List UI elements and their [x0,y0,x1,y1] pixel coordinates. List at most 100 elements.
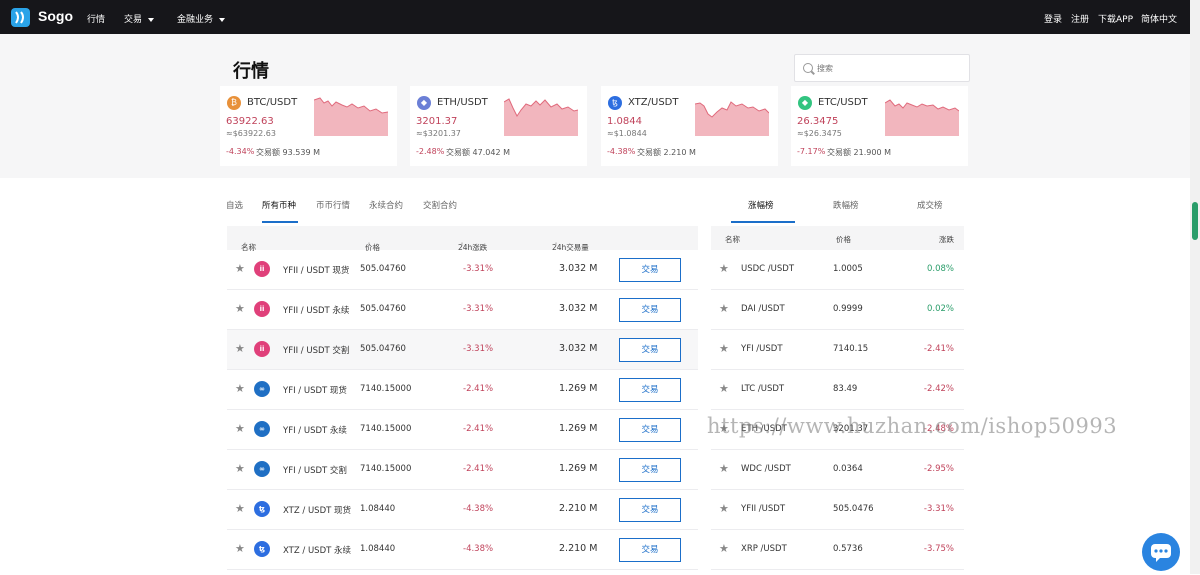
chat-button[interactable] [1142,533,1180,571]
ticker-card[interactable]: ◆ ETH/USDT 3201.37 ≈$3201.37 -2.48% 交易额 … [410,86,587,166]
tab-favorites[interactable]: 自选 [226,199,243,211]
table-row[interactable]: ★ ii YFII / USDT 永续 505.04760 -3.31% 3.0… [227,290,698,330]
caret-down-icon [148,17,155,22]
table-row[interactable]: ★ ∞ YFI / USDT 永续 7140.15000 -2.41% 1.26… [227,410,698,450]
app-name[interactable]: Sogo [38,8,73,24]
trade-button[interactable]: 交易 [619,378,681,402]
tab-all-coins[interactable]: 所有币种 [262,199,296,211]
login-link[interactable]: 登录 [1044,12,1062,25]
ranking-row[interactable]: ★ DAI /USDT 0.9999 0.02% [711,290,964,330]
ticker-change: -4.34% [226,147,255,156]
ranking-row[interactable]: ★ YFII /USDT 505.0476 -3.31% [711,490,964,530]
sort-icon: ⇕ [460,242,465,248]
nav-item-finance[interactable]: 金融业务 [177,12,226,25]
row-volume: 2.210 M [559,543,598,554]
rank-pair: USDC /USDT [741,264,795,274]
trade-button[interactable]: 交易 [619,498,681,522]
star-icon[interactable]: ★ [719,262,729,275]
scrollbar-thumb[interactable] [1192,202,1198,240]
star-icon[interactable]: ★ [235,542,245,555]
ranking-row[interactable]: ★ WDC /USDT 0.0364 -2.95% [711,450,964,490]
rank-pair: YFII /USDT [741,504,786,514]
star-icon[interactable]: ★ [235,422,245,435]
table-row[interactable]: ★ ∞ YFI / USDT 现货 7140.15000 -2.41% 1.26… [227,370,698,410]
logo-icon[interactable] [11,8,30,27]
row-volume: 3.032 M [559,263,598,274]
table-row[interactable]: ★ ∞ YFI / USDT 交割 7140.15000 -2.41% 1.26… [227,450,698,490]
star-icon[interactable]: ★ [235,262,245,275]
table-row[interactable]: ★ ꜩ XTZ / USDT 现货 1.08440 -4.38% 2.210 M… [227,490,698,530]
star-icon[interactable]: ★ [235,342,245,355]
ranking-row[interactable]: ★ USDC /USDT 1.0005 0.08% [711,250,964,290]
tab-gainers[interactable]: 涨幅榜 [748,199,774,211]
star-icon[interactable]: ★ [235,462,245,475]
star-icon[interactable]: ★ [719,422,729,435]
search-input[interactable] [817,60,965,76]
trade-button[interactable]: 交易 [619,418,681,442]
row-change: -3.31% [463,344,494,354]
rank-price: 3201.37 [833,424,869,434]
row-price: 7140.15000 [360,424,412,434]
row-pair: XTZ / USDT 现货 [283,506,352,516]
trade-button[interactable]: 交易 [619,338,681,362]
chat-bubble-icon [1151,544,1171,562]
row-volume: 1.269 M [559,463,598,474]
rank-header-price: 价格 [836,235,851,244]
star-icon[interactable]: ★ [719,542,729,555]
search-icon [803,63,813,73]
download-app-link[interactable]: 下载APP [1098,12,1133,25]
table-row[interactable]: ★ ii YFII / USDT 交割 505.04760 -3.31% 3.0… [227,330,698,370]
page-title: 行情 [233,61,269,82]
star-icon[interactable]: ★ [719,462,729,475]
ticker-pair: XTZ/USDT [628,97,679,108]
ranking-row[interactable]: ★ ETH /USDT 3201.37 -2.48% [711,410,964,450]
tab-spot[interactable]: 币币行情 [316,199,350,211]
row-price: 7140.15000 [360,464,412,474]
star-icon[interactable]: ★ [719,502,729,515]
tab-delivery[interactable]: 交割合约 [423,199,457,211]
ranking-row[interactable]: ★ YFI /USDT 7140.15 -2.41% [711,330,964,370]
star-icon[interactable]: ★ [719,342,729,355]
row-pair: YFII / USDT 永续 [283,306,350,316]
star-icon[interactable]: ★ [719,382,729,395]
trade-button[interactable]: 交易 [619,298,681,322]
trade-button[interactable]: 交易 [619,538,681,562]
search-box[interactable] [794,54,970,82]
star-icon[interactable]: ★ [235,302,245,315]
tab-perpetual[interactable]: 永续合约 [369,199,403,211]
row-pair: YFI / USDT 永续 [283,426,347,436]
ranking-row[interactable]: ★ LTC /USDT 83.49 -2.42% [711,370,964,410]
rank-change: -3.75% [923,544,954,554]
ticker-change: -2.48% [416,147,445,156]
rank-price: 83.49 [833,384,858,394]
nav-item-trade[interactable]: 交易 [124,12,155,25]
language-selector[interactable]: 简体中文 [1141,12,1177,25]
register-link[interactable]: 注册 [1071,12,1089,25]
tab-volume[interactable]: 成交榜 [917,199,943,211]
nav-item-finance-label: 金融业务 [177,15,214,25]
table-row[interactable]: ★ ꜩ XTZ / USDT 永续 1.08440 -4.38% 2.210 M… [227,530,698,570]
rank-price: 0.0364 [833,464,863,474]
ticker-usd-equivalent: ≈$26.3475 [797,129,842,138]
ranking-row[interactable]: ★ XRP /USDT 0.5736 -3.75% [711,530,964,570]
row-price: 505.04760 [360,304,406,314]
star-icon[interactable]: ★ [719,302,729,315]
ticker-volume: 交易额 2.210 M [637,148,696,157]
ticker-volume: 交易额 93.539 M [256,148,320,157]
trade-button[interactable]: 交易 [619,458,681,482]
row-price: 505.04760 [360,344,406,354]
tab-losers[interactable]: 跌幅榜 [833,199,859,211]
ticker-card[interactable]: ◆ ETC/USDT 26.3475 ≈$26.3475 -7.17% 交易额 … [791,86,968,166]
ticker-card[interactable]: ₿ BTC/USDT 63922.63 ≈$63922.63 -4.34% 交易… [220,86,397,166]
star-icon[interactable]: ★ [235,382,245,395]
table-row[interactable]: ★ ii YFII / USDT 现货 505.04760 -3.31% 3.0… [227,250,698,290]
ticker-card[interactable]: ꜩ XTZ/USDT 1.0844 ≈$1.0844 -4.38% 交易额 2.… [601,86,778,166]
nav-item-market[interactable]: 行情 [87,12,105,25]
trade-button[interactable]: 交易 [619,258,681,282]
star-icon[interactable]: ★ [235,502,245,515]
row-volume: 3.032 M [559,343,598,354]
row-volume: 1.269 M [559,383,598,394]
row-price: 1.08440 [360,504,396,514]
page-scrollbar[interactable] [1190,0,1200,574]
rank-price: 0.5736 [833,544,863,554]
